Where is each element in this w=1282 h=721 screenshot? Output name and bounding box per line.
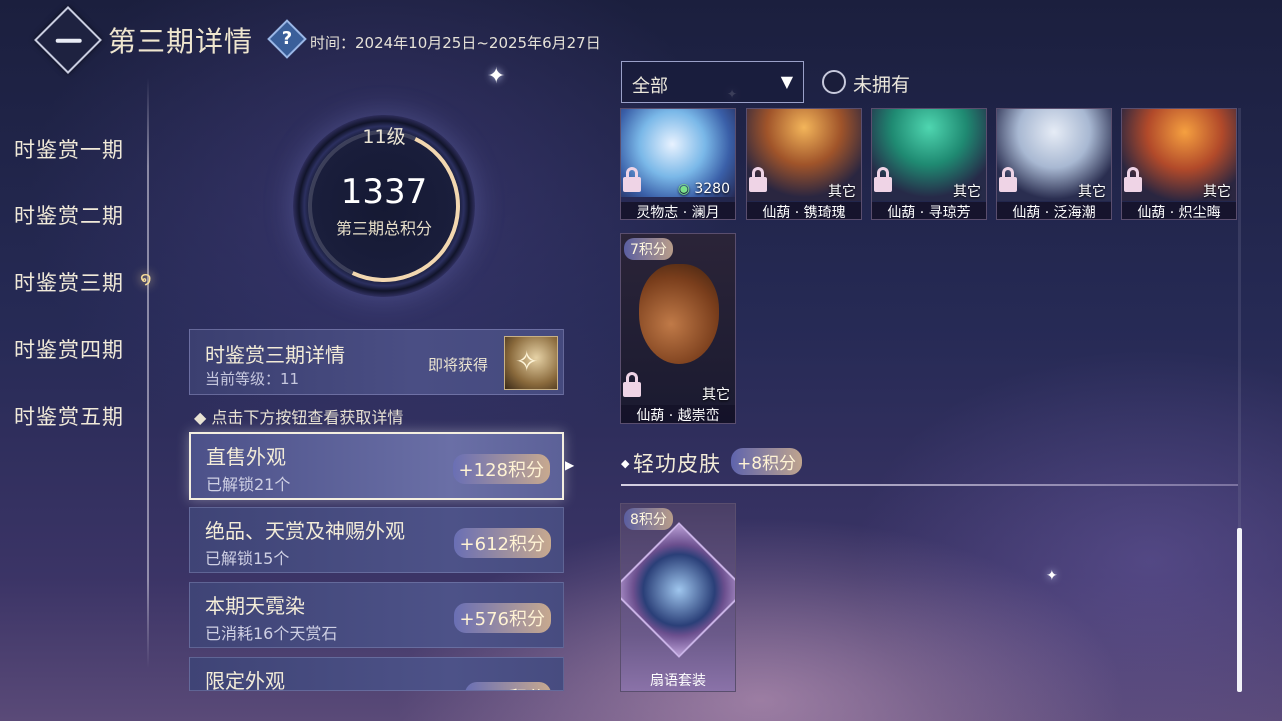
item-grid: ◉ 3280 灵物志 · 澜月 其它 仙葫 · 镌琦瑰 其它 仙葫 · 寻琼芳 … xyxy=(618,108,1240,692)
section-points: +8积分 xyxy=(731,448,803,475)
category-sub: 已解锁21个 xyxy=(206,475,291,494)
item-name: 仙葫 · 越崇峦 xyxy=(621,405,735,423)
hint-text: ◆ 点击下方按钮查看获取详情 xyxy=(194,408,404,427)
filter-dropdown[interactable]: 全部 ▼ xyxy=(621,61,804,103)
lock-icon xyxy=(874,167,892,193)
item-tag: 其它 xyxy=(1203,184,1231,200)
category-direct-sale[interactable]: 直售外观 已解锁21个 +128积分 xyxy=(189,432,564,500)
item-tag: 其它 xyxy=(1078,184,1106,200)
unowned-label[interactable]: 未拥有 xyxy=(853,70,910,97)
lock-icon xyxy=(1124,167,1142,193)
item-card[interactable]: 7积分 其它 仙葫 · 越崇峦 xyxy=(620,233,736,424)
back-button[interactable] xyxy=(34,6,102,74)
sidebar-divider xyxy=(147,78,149,668)
category-title: 限定外观 xyxy=(205,669,285,691)
item-card[interactable]: ◉ 3280 灵物志 · 澜月 xyxy=(620,108,736,220)
jade-coin-icon: ◉ xyxy=(677,181,690,197)
category-points: +128积分 xyxy=(452,454,550,484)
section-bullet-icon: ◆ xyxy=(621,457,630,470)
question-icon: ? xyxy=(281,28,293,49)
active-pointer-icon: ▶ xyxy=(565,458,575,472)
item-tag: 其它 xyxy=(828,184,856,200)
filter-selected: 全部 xyxy=(632,76,668,97)
scrollbar-thumb[interactable] xyxy=(1237,528,1242,692)
category-sub: 已解锁15个 xyxy=(205,549,290,568)
item-card[interactable]: 其它 仙葫 · 泛海潮 xyxy=(996,108,1112,220)
category-sub: 已消耗16个天赏石 xyxy=(205,624,338,643)
swirl-marker-icon: ໑ xyxy=(140,268,152,289)
lock-icon xyxy=(623,167,641,193)
item-points: 8积分 xyxy=(624,508,673,530)
lock-icon xyxy=(623,372,641,398)
category-title: 直售外观 xyxy=(206,445,286,469)
category-points: +576积分 xyxy=(453,603,551,633)
item-card[interactable]: 其它 仙葫 · 炽尘晦 xyxy=(1121,108,1237,220)
coming-soon-label: 即将获得 xyxy=(428,356,489,374)
page-title: 第三期详情 xyxy=(108,25,254,58)
item-name: 灵物志 · 澜月 xyxy=(621,202,735,219)
period-text: 时间：2024年10月25日~2025年6月27日 xyxy=(310,34,601,52)
sidebar-item-period-1[interactable]: 时鉴赏一期 xyxy=(14,134,124,164)
item-tag: 其它 xyxy=(702,387,730,403)
item-name: 仙葫 · 镌琦瑰 xyxy=(747,202,861,219)
lock-icon xyxy=(999,167,1017,193)
item-name: 仙葫 · 泛海潮 xyxy=(997,202,1111,219)
item-tag: 其它 xyxy=(953,184,981,200)
item-price: ◉ 3280 xyxy=(677,181,730,197)
period-detail-card[interactable]: 时鉴赏三期详情 当前等级：11 即将获得 ✧ xyxy=(189,329,564,395)
sparkle-star-icon: ✦ xyxy=(487,64,506,89)
back-arrow-icon xyxy=(55,38,82,43)
triangle-down-icon: ▼ xyxy=(780,72,793,91)
detail-title: 时鉴赏三期详情 xyxy=(205,343,345,367)
section-title: 轻功皮肤 xyxy=(633,452,721,476)
category-points: +21积分 xyxy=(465,682,551,690)
category-dye[interactable]: 本期天霓染 已消耗16个天赏石 +576积分 xyxy=(189,582,564,648)
total-score: 1337 xyxy=(340,172,428,212)
category-limited[interactable]: 限定外观 +21积分 xyxy=(189,657,564,691)
category-title: 本期天霓染 xyxy=(205,594,305,618)
sidebar-item-period-5[interactable]: 时鉴赏五期 xyxy=(14,401,124,431)
total-score-label: 第三期总积分 xyxy=(335,219,432,238)
section-divider xyxy=(621,484,1238,486)
sidebar-item-period-2[interactable]: 时鉴赏二期 xyxy=(14,200,124,230)
lock-icon xyxy=(749,167,767,193)
category-premium[interactable]: 绝品、天赏及神赐外观 已解锁15个 +612积分 xyxy=(189,507,564,573)
category-points: +612积分 xyxy=(453,528,551,558)
item-card[interactable]: 其它 仙葫 · 寻琼芳 xyxy=(871,108,987,220)
item-points: 7积分 xyxy=(624,238,673,260)
item-name: 仙葫 · 炽尘晦 xyxy=(1122,202,1236,219)
item-name: 仙葫 · 寻琼芳 xyxy=(872,202,986,219)
current-level: 当前等级：11 xyxy=(205,370,300,388)
unowned-checkbox[interactable] xyxy=(822,70,846,94)
sidebar-item-period-4[interactable]: 时鉴赏四期 xyxy=(14,334,124,364)
help-button[interactable]: ? xyxy=(267,19,307,59)
reward-preview-icon[interactable]: ✧ xyxy=(504,336,558,390)
item-name: 扇语套装 xyxy=(650,673,706,689)
level-text: 11级 xyxy=(362,126,406,148)
item-card[interactable]: 8积分 扇语套装 xyxy=(620,503,736,692)
category-title: 绝品、天赏及神赐外观 xyxy=(205,519,405,543)
item-card[interactable]: 其它 仙葫 · 镌琦瑰 xyxy=(746,108,862,220)
sidebar-item-period-3[interactable]: 时鉴赏三期 xyxy=(14,267,124,297)
